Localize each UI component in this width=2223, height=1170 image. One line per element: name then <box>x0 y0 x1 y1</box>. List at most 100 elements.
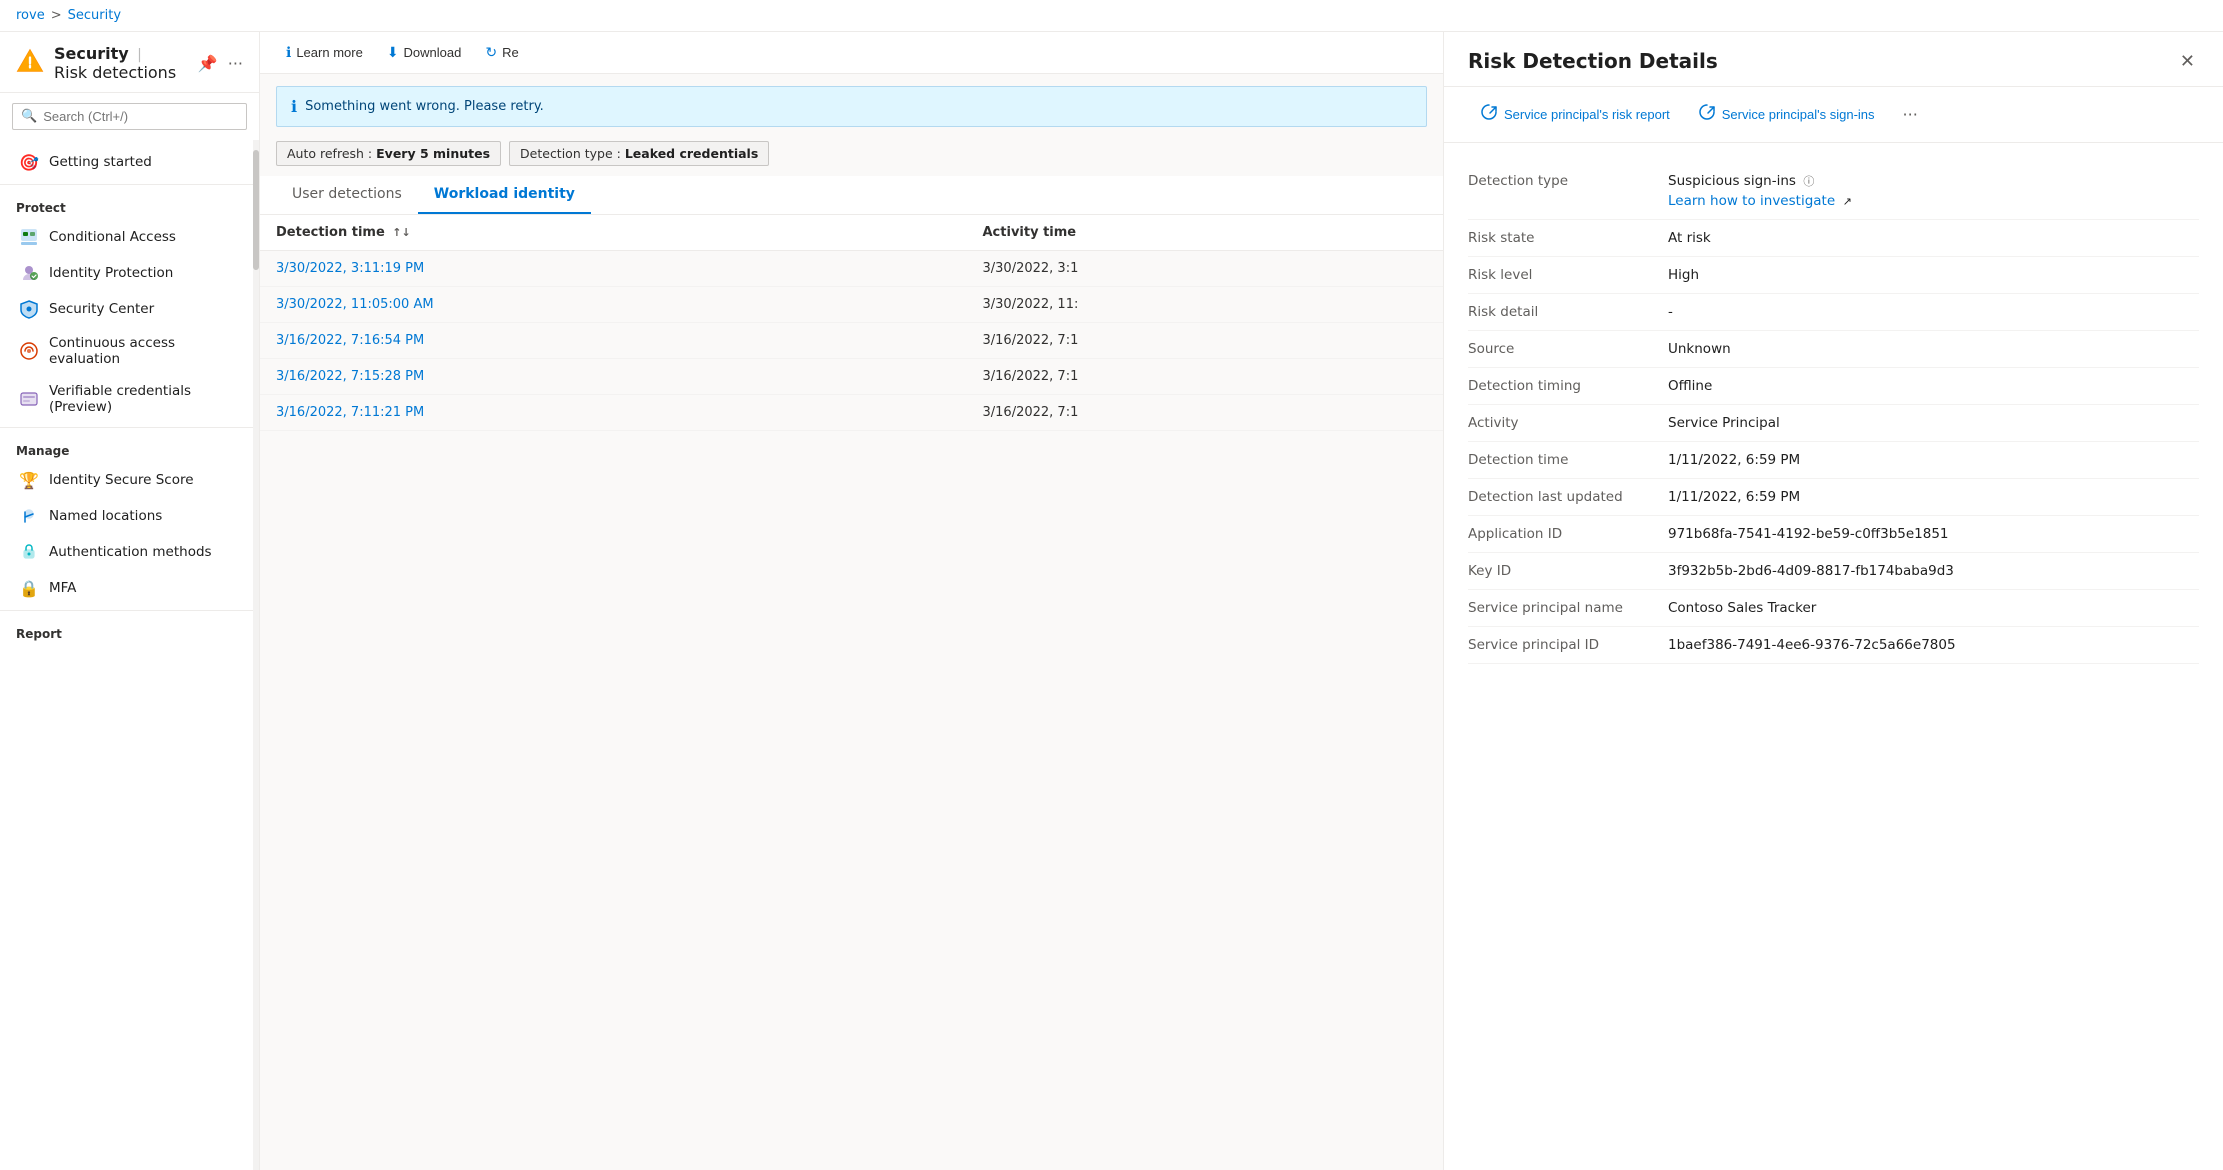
page-header: Security | Risk detections 📌 ··· <box>0 32 259 93</box>
sidebar-item-continuous-access[interactable]: Continuous access evaluation <box>0 327 259 375</box>
sp-name-label: Service principal name <box>1468 600 1668 616</box>
refresh-icon: ↻ <box>485 44 497 61</box>
risk-report-button[interactable]: Service principal's risk report <box>1468 97 1682 132</box>
detail-row-sp-name: Service principal name Contoso Sales Tra… <box>1468 590 2199 627</box>
col-activity-time[interactable]: Activity time <box>967 215 1444 251</box>
sort-icon-detection-time: ↑↓ <box>392 226 410 239</box>
info-bar-icon: ℹ <box>291 97 297 116</box>
sidebar-item-verifiable-credentials[interactable]: Verifiable credentials (Preview) <box>0 375 259 423</box>
search-input[interactable] <box>43 109 238 124</box>
risk-level-label: Risk level <box>1468 267 1668 283</box>
chip-value-detection: Leaked credentials <box>625 146 758 161</box>
scroll-track <box>253 140 259 1170</box>
detection-time-cell[interactable]: 3/16/2022, 7:16:54 PM <box>260 323 967 359</box>
mfa-label: MFA <box>49 580 76 596</box>
key-id-label: Key ID <box>1468 563 1668 579</box>
detail-more-icon[interactable]: ··· <box>1895 99 1926 130</box>
detection-time-cell[interactable]: 3/16/2022, 7:11:21 PM <box>260 395 967 431</box>
content-area: ℹ Learn more ⬇ Download ↻ Re ℹ Something… <box>260 32 1443 1170</box>
detection-time-label: Detection time <box>1468 452 1668 468</box>
detection-time-cell[interactable]: 3/16/2022, 7:15:28 PM <box>260 359 967 395</box>
activity-value: Service Principal <box>1668 415 2199 431</box>
detection-last-updated-value: 1/11/2022, 6:59 PM <box>1668 489 2199 505</box>
tabs-row: User detections Workload identity <box>260 176 1443 215</box>
sidebar-item-named-locations[interactable]: Named locations <box>0 498 259 534</box>
detection-time-value: 1/11/2022, 6:59 PM <box>1668 452 2199 468</box>
sidebar: Security | Risk detections 📌 ··· 🔍 🎯 Get… <box>0 32 260 1170</box>
sidebar-item-mfa[interactable]: 🔒 MFA <box>0 570 259 606</box>
close-button[interactable]: ✕ <box>2176 48 2199 74</box>
detail-panel-title: Risk Detection Details <box>1468 49 1718 73</box>
sp-name-value: Contoso Sales Tracker <box>1668 600 2199 616</box>
risk-detail-label: Risk detail <box>1468 304 1668 320</box>
toolbar: ℹ Learn more ⬇ Download ↻ Re <box>260 32 1443 74</box>
detail-row-risk-state: Risk state At risk <box>1468 220 2199 257</box>
activity-time-cell: 3/30/2022, 3:1 <box>967 251 1444 287</box>
conditional-access-label: Conditional Access <box>49 229 176 245</box>
detection-time-cell[interactable]: 3/30/2022, 3:11:19 PM <box>260 251 967 287</box>
breadcrumb-parent[interactable]: rove <box>16 8 45 23</box>
chip-label-refresh: Auto refresh : <box>287 146 372 161</box>
tab-workload-identity[interactable]: Workload identity <box>418 176 591 214</box>
col-activity-time-label: Activity time <box>983 225 1077 240</box>
table-row[interactable]: 3/16/2022, 7:15:28 PM 3/16/2022, 7:1 <box>260 359 1443 395</box>
protect-divider <box>0 184 259 185</box>
sidebar-item-conditional-access[interactable]: Conditional Access <box>0 219 259 255</box>
detection-type-text-value: Suspicious sign-ins <box>1668 173 1796 189</box>
detail-row-detection-timing: Detection timing Offline <box>1468 368 2199 405</box>
info-circle-icon[interactable]: ⓘ <box>1803 175 1814 188</box>
pin-icon[interactable]: 📌 <box>198 54 218 73</box>
learn-investigate-link[interactable]: Learn how to investigate ↗ <box>1668 193 2199 209</box>
detail-grid: Detection type Suspicious sign-ins ⓘ Lea… <box>1444 143 2223 684</box>
identity-secure-score-icon: 🏆 <box>19 470 39 490</box>
sidebar-item-getting-started[interactable]: 🎯 Getting started <box>0 144 259 180</box>
sign-ins-button[interactable]: Service principal's sign-ins <box>1686 97 1887 132</box>
detection-timing-value: Offline <box>1668 378 2199 394</box>
tab-user-detections[interactable]: User detections <box>276 176 418 214</box>
detail-row-key-id: Key ID 3f932b5b-2bd6-4d09-8817-fb174baba… <box>1468 553 2199 590</box>
warning-icon <box>16 47 44 79</box>
chip-value-refresh: Every 5 minutes <box>376 146 490 161</box>
risk-detail-value: - <box>1668 304 2199 320</box>
search-box[interactable]: 🔍 <box>12 103 247 130</box>
download-button[interactable]: ⬇ Download <box>377 38 472 67</box>
detail-row-risk-level: Risk level High <box>1468 257 2199 294</box>
col-detection-time-label: Detection time <box>276 225 385 240</box>
risk-state-label: Risk state <box>1468 230 1668 246</box>
detail-row-detection-type: Detection type Suspicious sign-ins ⓘ Lea… <box>1468 163 2199 220</box>
sidebar-nav: 🎯 Getting started Protect <box>0 140 259 649</box>
identity-protection-label: Identity Protection <box>49 265 173 281</box>
detection-timing-label: Detection timing <box>1468 378 1668 394</box>
more-options-icon[interactable]: ··· <box>228 54 243 73</box>
tab-workload-identity-label: Workload identity <box>434 186 575 202</box>
breadcrumb-current[interactable]: Security <box>68 8 121 23</box>
sidebar-scroll-wrapper: 🎯 Getting started Protect <box>0 140 259 1170</box>
detection-time-cell[interactable]: 3/30/2022, 11:05:00 AM <box>260 287 967 323</box>
learn-investigate-label[interactable]: Learn how to investigate <box>1668 193 1835 209</box>
risk-level-value: High <box>1668 267 2199 283</box>
table-row[interactable]: 3/30/2022, 3:11:19 PM 3/30/2022, 3:1 <box>260 251 1443 287</box>
sidebar-item-identity-protection[interactable]: Identity Protection <box>0 255 259 291</box>
sidebar-item-security-center[interactable]: Security Center <box>0 291 259 327</box>
col-detection-time[interactable]: Detection time ↑↓ <box>260 215 967 251</box>
detail-panel-header: Risk Detection Details ✕ <box>1444 32 2223 87</box>
refresh-button[interactable]: ↻ Re <box>475 38 528 67</box>
filter-chip-refresh[interactable]: Auto refresh : Every 5 minutes <box>276 141 501 166</box>
continuous-access-label: Continuous access evaluation <box>49 335 243 367</box>
activity-time-cell: 3/16/2022, 7:1 <box>967 323 1444 359</box>
activity-time-cell: 3/30/2022, 11: <box>967 287 1444 323</box>
sp-id-value: 1baef386-7491-4ee6-9376-72c5a66e7805 <box>1668 637 2199 653</box>
learn-more-button[interactable]: ℹ Learn more <box>276 38 373 67</box>
table-row[interactable]: 3/30/2022, 11:05:00 AM 3/30/2022, 11: <box>260 287 1443 323</box>
table-area: Detection time ↑↓ Activity time 3/30/202… <box>260 215 1443 1170</box>
tab-user-detections-label: User detections <box>292 186 402 202</box>
detail-row-detection-last-updated: Detection last updated 1/11/2022, 6:59 P… <box>1468 479 2199 516</box>
sidebar-item-identity-secure-score[interactable]: 🏆 Identity Secure Score <box>0 462 259 498</box>
detection-last-updated-label: Detection last updated <box>1468 489 1668 505</box>
chip-label-detection: Detection type : <box>520 146 621 161</box>
filter-chip-detection[interactable]: Detection type : Leaked credentials <box>509 141 769 166</box>
table-row[interactable]: 3/16/2022, 7:16:54 PM 3/16/2022, 7:1 <box>260 323 1443 359</box>
table-row[interactable]: 3/16/2022, 7:11:21 PM 3/16/2022, 7:1 <box>260 395 1443 431</box>
page-header-actions: 📌 ··· <box>198 54 243 73</box>
sidebar-item-authentication-methods[interactable]: Authentication methods <box>0 534 259 570</box>
